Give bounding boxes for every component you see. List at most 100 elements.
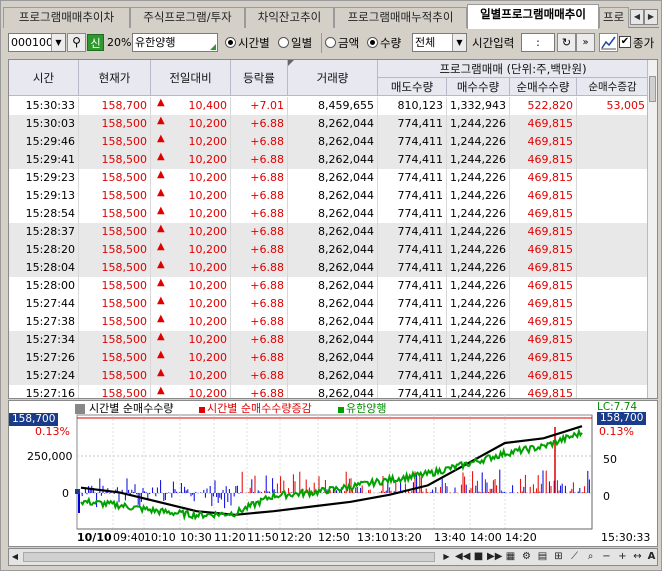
program-trend-chart[interactable]: 158,700 0.13% 250,000 0 시간별 순매수수량 시간별 순매… [8, 400, 658, 547]
cell-net_chg [577, 259, 649, 277]
scope-dropdown-icon[interactable]: ▼ [452, 34, 466, 51]
cell-time: 15:29:46 [9, 133, 79, 151]
radio-dot-icon [325, 37, 336, 48]
tab-daily-program-trend[interactable]: 일별프로그램매매추이 [467, 4, 599, 29]
table-row[interactable]: 15:29:41 158,500 ▲ 10,200 +6.88 8,262,044 774,… [9, 151, 649, 169]
reset-zoom-icon[interactable]: ↔ [630, 550, 645, 564]
tab-stock-program-investor[interactable]: 주식프로그램/투자 [130, 7, 245, 28]
cell-sell: 774,411 [378, 115, 447, 133]
header-sell-qty[interactable]: 매도수량 [378, 78, 447, 96]
fast-forward-icon[interactable]: ▶▶ [487, 550, 502, 564]
table-row[interactable]: 15:30:03 158,500 ▲ 10,200 +6.88 8,262,044 774,… [9, 115, 649, 133]
grid-icon[interactable]: ▦ [503, 550, 518, 564]
radio-daily[interactable]: 일별 [278, 35, 312, 51]
radio-time-label: 시간별 [238, 36, 270, 50]
tab-program-trend-diff[interactable]: 프로그램매매추이차 [3, 7, 130, 28]
header-net-qty[interactable]: 순매수수량 [510, 78, 577, 96]
tab-program-more[interactable]: 프로 [599, 7, 629, 28]
cell-net_chg [577, 331, 649, 349]
table-row[interactable]: 15:28:20 158,500 ▲ 10,200 +6.88 8,262,044 774,… [9, 241, 649, 259]
code-dropdown-icon[interactable]: ▼ [51, 34, 65, 51]
table-row[interactable]: 15:29:23 158,500 ▲ 10,200 +6.88 8,262,044 774,… [9, 169, 649, 187]
table-row[interactable]: 15:27:26 158,500 ▲ 10,200 +6.88 8,262,044 774,… [9, 349, 649, 367]
table-row[interactable]: 15:27:24 158,500 ▲ 10,200 +6.88 8,262,044 774,… [9, 367, 649, 385]
zoom-in-icon[interactable]: + [615, 550, 630, 564]
cell-volume: 8,262,044 [288, 169, 378, 187]
cell-volume: 8,262,044 [288, 367, 378, 385]
rewind-icon[interactable]: ◀◀ [455, 550, 470, 564]
cell-net_chg [577, 205, 649, 223]
table-row[interactable]: 15:28:04 158,500 ▲ 10,200 +6.88 8,262,044 774,… [9, 259, 649, 277]
table-row[interactable]: 15:28:00 158,500 ▲ 10,200 +6.88 8,262,044 774,… [9, 277, 649, 295]
radio-quantity[interactable]: 수량 [367, 35, 401, 51]
zoom-icon[interactable]: ⌕ [583, 550, 598, 564]
radio-amount[interactable]: 금액 [325, 35, 359, 51]
crosshair-icon[interactable]: ⊞ [551, 550, 566, 564]
tab-program-cumulative[interactable]: 프로그램매매누적추이 [334, 7, 467, 28]
chart-canvas[interactable] [9, 401, 657, 546]
table-row[interactable]: 15:30:33 158,700 ▲ 10,400 +7.01 8,459,655 810,… [9, 97, 649, 115]
table-row[interactable]: 15:27:34 158,500 ▲ 10,200 +6.88 8,262,044 774,… [9, 331, 649, 349]
legend-net-change[interactable]: 시간별 순매수수량증감 [207, 402, 312, 415]
font-size-icon[interactable]: A [644, 550, 659, 564]
zoom-out-icon[interactable]: − [599, 550, 614, 564]
table-row[interactable]: 15:29:13 158,500 ▲ 10,200 +6.88 8,262,044 774,… [9, 187, 649, 205]
chart-scroll-track[interactable] [23, 552, 435, 562]
tab-scroll-left-icon[interactable]: ◀ [630, 9, 644, 25]
table-row[interactable]: 15:27:38 158,500 ▲ 10,200 +6.88 8,262,044 774,… [9, 313, 649, 331]
cell-rate: +6.88 [231, 295, 288, 313]
cell-price: 158,500 [79, 151, 151, 169]
cell-net: 469,815 [510, 115, 577, 133]
header-net-change[interactable]: 순매수증감 [577, 78, 649, 96]
table-row[interactable]: 15:29:46 158,500 ▲ 10,200 +6.88 8,262,044 774,… [9, 133, 649, 151]
layout-icon[interactable]: ▤ [535, 550, 550, 564]
table-row[interactable]: 15:28:54 158,500 ▲ 10,200 +6.88 8,262,044 774,… [9, 205, 649, 223]
tab-arbitrage-balance[interactable]: 차익잔고추이 [245, 7, 334, 28]
cell-volume: 8,262,044 [288, 259, 378, 277]
scroll-right-icon[interactable]: ▶ [439, 550, 454, 564]
table-vertical-scrollbar[interactable] [647, 60, 657, 398]
cell-net: 522,820 [510, 97, 577, 115]
close-price-checkbox[interactable]: ✔ [619, 36, 631, 48]
table-row[interactable]: 15:28:37 158,500 ▲ 10,200 +6.88 8,262,044 774,… [9, 223, 649, 241]
cell-rate: +6.88 [231, 205, 288, 223]
cell-rate: +6.88 [231, 349, 288, 367]
new-listing-badge: 신 [87, 34, 104, 51]
scroll-left-icon[interactable]: ◀ [9, 550, 21, 564]
header-price[interactable]: 현재가 [79, 60, 151, 96]
stock-code-input[interactable]: 000100 ▼ [8, 33, 66, 52]
scope-select[interactable]: 전체 ▼ [412, 33, 467, 52]
cell-change: 10,200 [151, 313, 231, 331]
cell-time: 15:30:33 [9, 97, 79, 115]
radio-dot-icon [367, 37, 378, 48]
radio-time-based[interactable]: 시간별 [225, 35, 270, 51]
x-tick-label: 10:10 [144, 531, 176, 544]
next-page-icon[interactable]: » [576, 33, 595, 52]
time-input-field[interactable]: : [521, 33, 555, 52]
cell-volume: 8,262,044 [288, 385, 378, 398]
cell-buy: 1,244,226 [447, 313, 510, 331]
stop-icon[interactable]: ■ [471, 550, 486, 564]
search-icon[interactable]: ⚲ [67, 33, 86, 52]
legend-stock[interactable]: 유한양행 [346, 402, 386, 415]
table-row[interactable]: 15:27:44 158,500 ▲ 10,200 +6.88 8,262,044 774,… [9, 295, 649, 313]
settings-icon[interactable]: ⚙ [519, 550, 534, 564]
header-time[interactable]: 시간 [9, 60, 79, 96]
tab-bar: 프로그램매매추이차 주식프로그램/투자 차익잔고추이 프로그램매매누적추이 일별… [3, 4, 659, 29]
stock-name-field[interactable]: 유한양행 [132, 33, 218, 52]
cell-net: 469,815 [510, 313, 577, 331]
draw-line-icon[interactable]: ⟋ [567, 550, 582, 564]
legend-net-qty[interactable]: 시간별 순매수수량 [89, 402, 173, 415]
tab-scroll-right-icon[interactable]: ▶ [644, 9, 658, 25]
scrollbar-thumb[interactable] [649, 76, 656, 102]
refresh-icon[interactable]: ↻ [557, 33, 576, 52]
header-rate[interactable]: 등락률 [231, 60, 288, 96]
table-row[interactable]: 15:27:16 158,500 ▲ 10,200 +6.88 8,262,044 774,… [9, 385, 649, 398]
cell-buy: 1,244,226 [447, 133, 510, 151]
header-buy-qty[interactable]: 매수수량 [447, 78, 510, 96]
cell-sell: 774,411 [378, 313, 447, 331]
header-volume[interactable]: 거래량 [288, 60, 378, 96]
x-tick-label: 13:20 [390, 531, 422, 544]
header-change[interactable]: 전일대비 [151, 60, 231, 96]
chart-toggle-icon[interactable] [599, 33, 618, 52]
